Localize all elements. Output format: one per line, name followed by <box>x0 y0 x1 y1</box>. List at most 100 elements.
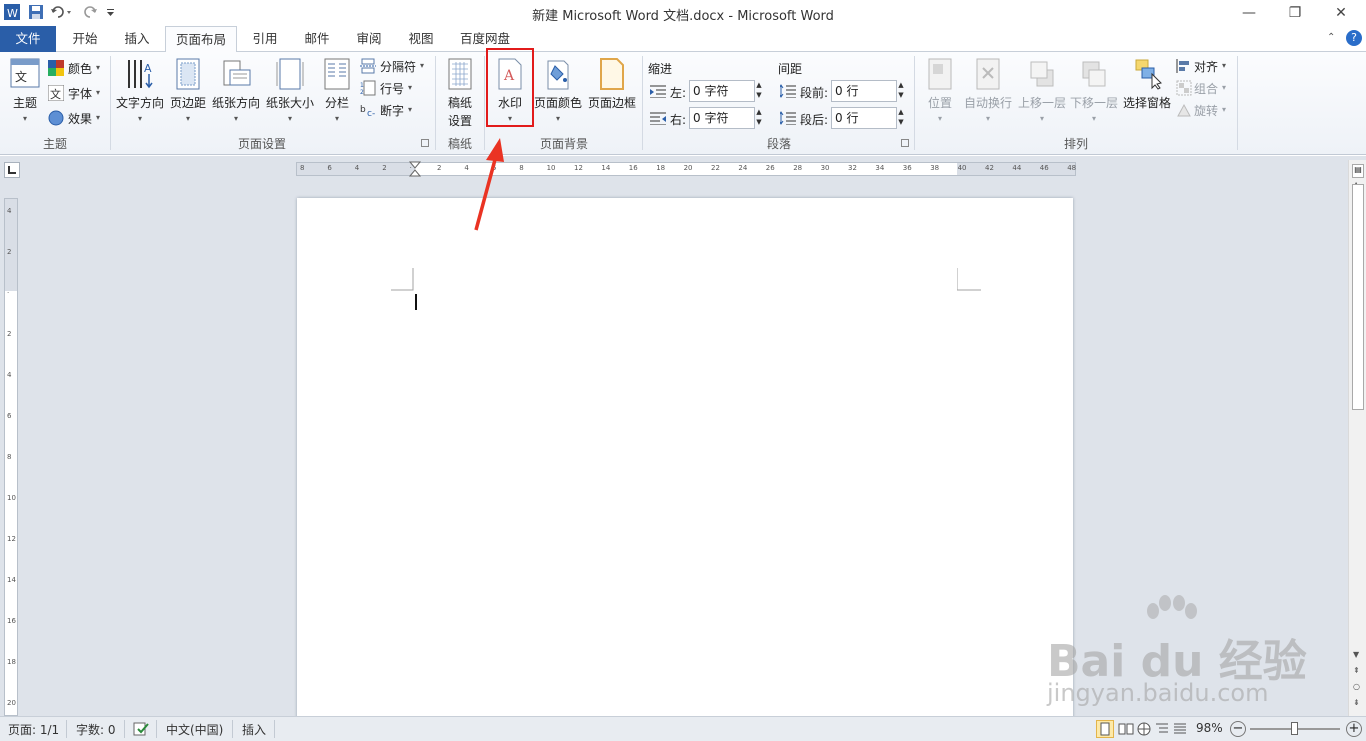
zoom-slider-thumb[interactable] <box>1291 722 1299 735</box>
next-page-icon[interactable]: ⇟ <box>1353 698 1360 707</box>
scroll-thumb[interactable] <box>1352 184 1364 410</box>
status-bar: 页面: 1/1 字数: 0 中文(中国) 插入 98% − + <box>0 716 1366 741</box>
theme-effects-icon <box>48 110 64 126</box>
themes-dropdown-icon: ▾ <box>22 114 27 123</box>
paragraph-launcher-icon[interactable] <box>901 139 909 147</box>
group-label-themes: 主题 <box>42 137 67 151</box>
first-line-indent-marker[interactable] <box>409 161 421 177</box>
breaks-button[interactable]: 分隔符 ▾ <box>360 57 430 75</box>
ruler-tick-label: 10 <box>546 164 556 172</box>
ruler-tick-label: 8 <box>519 164 524 172</box>
orientation-button[interactable]: 纸张方向 ▾ <box>210 56 262 132</box>
zoom-level[interactable]: 98% <box>1196 721 1223 735</box>
minimize-ribbon-icon[interactable]: ⌃ <box>1327 32 1335 43</box>
ruler-tick-label: 4 <box>7 207 12 215</box>
group-label-paragraph: 段落 <box>766 137 791 151</box>
page-count[interactable]: 页面: 1/1 <box>8 721 59 738</box>
space-after-field[interactable]: 0 行 <box>831 107 897 129</box>
page-borders-button[interactable]: 页面边框 <box>586 56 638 132</box>
tab-references[interactable]: 引用 <box>240 26 290 52</box>
theme-effects-button[interactable]: 效果 ▾ <box>48 108 106 128</box>
ruler-tick-label: 40 <box>957 164 967 172</box>
tab-view[interactable]: 视图 <box>396 26 446 52</box>
tab-review[interactable]: 审阅 <box>344 26 394 52</box>
send-backward-label: 下移一层 <box>1069 96 1118 110</box>
margins-button[interactable]: 页边距 ▾ <box>168 56 208 132</box>
ruler-tick-label: 14 <box>601 164 611 172</box>
proofing-icon[interactable] <box>132 721 150 737</box>
zoom-in-button[interactable]: + <box>1346 721 1362 737</box>
document-page[interactable] <box>297 198 1073 728</box>
web-layout-icon[interactable] <box>1136 721 1152 737</box>
indent-right-field[interactable]: 0 字符 <box>689 107 755 129</box>
ruler-tick-label: 6 <box>7 412 12 420</box>
size-dropdown-icon: ▾ <box>287 114 292 123</box>
restore-button[interactable]: ❐ <box>1275 2 1315 24</box>
columns-button[interactable]: 分栏 ▾ <box>318 56 356 132</box>
horizontal-ruler[interactable]: 8 6 4 2 · 2 4 6 8 10 12 14 16 18 20 22 24 26 28 30 32 34 36 38 4… <box>296 161 1076 177</box>
wrap-text-button: 自动换行 ▾ <box>962 56 1014 132</box>
themes-label: 主题 <box>12 96 37 110</box>
indent-right-spinner[interactable]: ▲ ▼ <box>753 107 765 129</box>
browse-object-icon[interactable]: ○ <box>1353 682 1360 691</box>
full-screen-reading-icon[interactable] <box>1118 721 1134 737</box>
page-color-button[interactable]: 页面颜色 ▾ <box>532 56 584 132</box>
watermark-url: jingyan.baidu.com <box>1047 679 1269 707</box>
ruler-tick-label: 32 <box>848 164 857 172</box>
ruler-toggle-icon[interactable]: ▤ <box>1352 164 1364 178</box>
vertical-scrollbar[interactable]: ▤ ▲ ▼ ⇞ ○ ⇟ <box>1348 160 1366 716</box>
vertical-ruler[interactable]: 4 2 · 2 4 6 8 10 12 14 16 18 20 <box>4 198 18 716</box>
minimize-button[interactable]: — <box>1229 2 1269 24</box>
theme-fonts-button[interactable]: 文 字体 ▾ <box>48 83 106 103</box>
manuscript-label-line2: 设置 <box>447 114 472 128</box>
indent-left-spinner[interactable]: ▲ ▼ <box>753 80 765 102</box>
outline-view-icon[interactable] <box>1154 721 1170 737</box>
zoom-out-button[interactable]: − <box>1230 721 1246 737</box>
text-cursor <box>415 294 417 310</box>
rotate-label: 旋转 <box>1194 104 1219 118</box>
selection-pane-button[interactable]: 选择窗格 <box>1120 56 1174 132</box>
margin-corner-top-left <box>391 268 414 291</box>
close-button[interactable]: ✕ <box>1321 2 1361 24</box>
language-indicator[interactable]: 中文(中国) <box>166 721 223 738</box>
size-button[interactable]: 纸张大小 ▾ <box>264 56 316 132</box>
align-dropdown-icon: ▾ <box>1222 61 1227 70</box>
space-after-spinner[interactable]: ▲ ▼ <box>895 107 907 129</box>
word-count[interactable]: 字数: 0 <box>76 721 116 738</box>
space-before-field[interactable]: 0 行 <box>831 80 897 102</box>
print-layout-view-icon[interactable] <box>1096 720 1114 738</box>
manuscript-settings-button[interactable]: 稿纸 设置 <box>440 56 480 132</box>
ruler-tick-label: 38 <box>930 164 940 172</box>
theme-effects-dropdown-icon: ▾ <box>96 113 101 122</box>
indent-left-field[interactable]: 0 字符 <box>689 80 755 102</box>
themes-button[interactable]: 文 主题 ▾ <box>6 56 44 132</box>
page-borders-icon <box>600 58 624 90</box>
help-icon[interactable]: ? <box>1346 30 1362 46</box>
tab-insert[interactable]: 插入 <box>112 26 162 52</box>
insert-mode[interactable]: 插入 <box>242 721 266 738</box>
page-setup-launcher-icon[interactable] <box>421 139 429 147</box>
space-before-spinner[interactable]: ▲ ▼ <box>895 80 907 102</box>
hyphenation-button[interactable]: b c- 断字 ▾ <box>360 101 430 119</box>
scroll-down-icon[interactable]: ▼ <box>1353 650 1359 659</box>
theme-colors-button[interactable]: 颜色 ▾ <box>48 58 106 78</box>
bring-forward-button: 上移一层 ▾ <box>1016 56 1068 132</box>
tab-selector-button[interactable] <box>4 162 20 178</box>
manuscript-label-line1: 稿纸 <box>447 96 472 110</box>
text-direction-button[interactable]: A 文字方向 ▾ <box>114 56 166 132</box>
tab-mailings[interactable]: 邮件 <box>292 26 342 52</box>
tab-page-layout[interactable]: 页面布局 <box>165 26 237 53</box>
zoom-slider-track[interactable] <box>1250 722 1340 735</box>
ruler-tick-label: 4 <box>464 164 469 172</box>
indent-header: 缩进 <box>648 62 673 76</box>
rotate-icon <box>1177 103 1191 117</box>
line-numbers-button[interactable]: 12 行号 ▾ <box>360 79 430 97</box>
align-button[interactable]: 对齐 ▾ <box>1176 57 1232 75</box>
previous-page-icon[interactable]: ⇞ <box>1353 666 1360 675</box>
tab-home[interactable]: 开始 <box>60 26 110 52</box>
tab-file[interactable]: 文件 <box>0 26 56 52</box>
hyphenation-icon: b c- <box>360 105 375 118</box>
draft-view-icon[interactable] <box>1172 721 1188 737</box>
bring-forward-label: 上移一层 <box>1017 96 1066 110</box>
margins-icon <box>176 58 200 90</box>
